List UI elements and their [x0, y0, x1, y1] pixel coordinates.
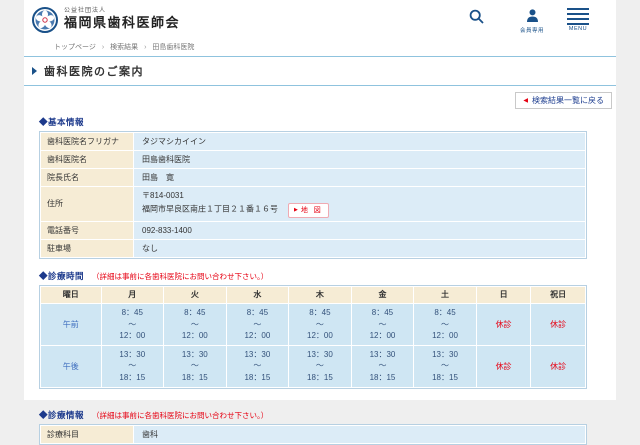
hours-cell: 8：45 ～ 12：00 [164, 303, 226, 345]
phone-label: 電話番号 [41, 221, 133, 239]
association-logo-icon [32, 7, 58, 33]
address-value: 〒814-0031 福岡市早良区南庄１丁目２１番１６号 ▶ 地 図 [134, 187, 585, 221]
breadcrumb-search-results-link[interactable]: 検索結果 [110, 44, 138, 51]
phone-value: 092-833-1400 [134, 221, 585, 239]
site-header: 公益社団法人 福岡県歯科医師会 会員専用 MENU [24, 0, 616, 40]
member-person-icon [526, 9, 538, 22]
day-header: 曜日 [41, 286, 101, 303]
afternoon-label: 午後 [41, 345, 101, 387]
breadcrumb-separator: › [144, 44, 147, 51]
map-button-label: 地 図 [300, 206, 323, 214]
hours-row-morning: 午前 8：45 ～ 12：00 8：45 ～ 12：00 8：45 ～ 12：00 8：45… [41, 303, 585, 345]
hours-cell: 8：45 ～ 12：00 [226, 303, 289, 345]
table-row: 院長氏名 田島 寛 [41, 169, 585, 186]
parking-label: 駐車場 [41, 239, 133, 257]
table-row: 住所 〒814-0031 福岡市早良区南庄１丁目２１番１６号 ▶ 地 図 [41, 187, 585, 221]
closed-cell: 休診 [531, 303, 585, 345]
closed-cell: 休診 [531, 345, 585, 387]
morning-label: 午前 [41, 303, 101, 345]
day-header: 祝日 [531, 286, 585, 303]
breadcrumb-separator: › [101, 44, 105, 51]
address-label: 住所 [41, 187, 133, 221]
parking-value: なし [134, 239, 585, 257]
hours-cell: 13：30 ～ 18：15 [164, 345, 226, 387]
hamburger-menu-icon [567, 7, 589, 25]
closed-cell: 休診 [476, 345, 531, 387]
back-to-results-link[interactable]: ◀ 検索結果一覧に戻る [515, 92, 612, 109]
hours-heading-label: ◆診療時間 [39, 270, 85, 281]
day-header: 土 [414, 286, 476, 303]
clinic-kana-label: 歯科医院名フリガナ [41, 133, 133, 150]
clinic-info-heading-label: ◆診療情報 [39, 409, 85, 420]
search-icon [469, 9, 484, 24]
clinic-info-note: （詳細は事前に各歯科医院にお問い合わせ下さい。） [92, 410, 269, 420]
member-area-label: 会員専用 [519, 28, 544, 34]
hours-cell: 13：30 ～ 18：15 [226, 345, 289, 387]
table-row: 歯科医院名 田島歯科医院 [41, 151, 585, 168]
table-row: 診療科目 歯科 [41, 425, 585, 443]
day-header: 日 [476, 286, 531, 303]
clinic-name-value: 田島歯科医院 [134, 151, 585, 168]
page: 公益社団法人 福岡県歯科医師会 会員専用 MENU トップページ › 検索結果 … [24, 0, 616, 445]
day-header: 月 [101, 286, 164, 303]
back-arrow-icon: ◀ [523, 98, 528, 104]
map-arrow-icon: ▶ [294, 207, 298, 214]
address-street: 福岡市早良区南庄１丁目２１番１６号 [142, 204, 278, 214]
hours-cell: 8：45 ～ 12：00 [351, 303, 414, 345]
site-title-block: 公益社団法人 福岡県歯科医師会 [64, 7, 180, 32]
department-label: 診療科目 [41, 425, 133, 443]
hours-cell: 8：45 ～ 12：00 [414, 303, 476, 345]
day-header: 金 [351, 286, 414, 303]
address-street-line: 福岡市早良区南庄１丁目２１番１６号 ▶ 地 図 [142, 202, 577, 218]
title-arrow-icon [32, 67, 37, 75]
hours-cell: 13：30 ～ 18：15 [289, 345, 351, 387]
hours-note: （詳細は事前に各歯科医院にお問い合わせ下さい。） [92, 271, 269, 281]
hours-cell: 13：30 ～ 18：15 [101, 345, 164, 387]
breadcrumb-home-link[interactable]: トップページ [54, 44, 96, 51]
clinic-info-table: 診療科目 歯科 [39, 423, 587, 445]
hours-cell: 13：30 ～ 18：15 [351, 345, 414, 387]
page-title: 歯科医院のご案内 [44, 66, 144, 78]
day-header: 水 [226, 286, 289, 303]
breadcrumb-current: 田島歯科医院 [152, 44, 195, 51]
closed-cell: 休診 [476, 303, 531, 345]
day-header: 木 [289, 286, 351, 303]
hours-cell: 8：45 ～ 12：00 [289, 303, 351, 345]
clinic-info-heading: ◆診療情報 （詳細は事前に各歯科医院にお問い合わせ下さい。） [39, 409, 616, 421]
clinic-name-label: 歯科医院名 [41, 151, 133, 168]
director-name-value: 田島 寛 [134, 169, 585, 186]
menu-button[interactable]: MENU [556, 7, 600, 32]
breadcrumb: トップページ › 検索結果 › 田島歯科医院 [24, 40, 616, 52]
address-postal: 〒814-0031 [142, 191, 184, 200]
site-title[interactable]: 福岡県歯科医師会 [64, 15, 180, 32]
member-area-button[interactable]: 会員専用 [510, 8, 554, 34]
basic-info-table: 歯科医院名フリガナ タジマシカイイン 歯科医院名 田島歯科医院 院長氏名 田島 … [39, 131, 587, 259]
director-name-label: 院長氏名 [41, 169, 133, 186]
menu-label: MENU [568, 26, 588, 32]
back-link-row: ◀ 検索結果一覧に戻る [24, 86, 616, 110]
clinic-kana-value: タジマシカイイン [134, 133, 585, 150]
back-link-label: 検索結果一覧に戻る [532, 96, 604, 105]
department-value: 歯科 [134, 425, 585, 443]
org-type-label: 公益社団法人 [64, 8, 107, 14]
hours-row-afternoon: 午後 13：30 ～ 18：15 13：30 ～ 18：15 13：30 ～ 18：15 1… [41, 345, 585, 387]
hours-table: 曜日 月 火 水 木 金 土 日 祝日 午前 8：45 ～ 12：00 8：45 ～ 1… [39, 284, 587, 389]
basic-info-heading-label: ◆基本情報 [39, 117, 85, 127]
hours-header-row: 曜日 月 火 水 木 金 土 日 祝日 [41, 286, 585, 303]
map-button[interactable]: ▶ 地 図 [288, 202, 329, 218]
day-header: 火 [164, 286, 226, 303]
hours-cell: 8：45 ～ 12：00 [101, 303, 164, 345]
table-row: 駐車場 なし [41, 239, 585, 257]
page-title-bar: 歯科医院のご案内 [24, 56, 616, 86]
hours-cell: 13：30 ～ 18：15 [414, 345, 476, 387]
search-button[interactable] [454, 8, 498, 24]
table-row: 歯科医院名フリガナ タジマシカイイン [41, 133, 585, 150]
basic-info-heading: ◆基本情報 [39, 116, 616, 128]
table-row: 電話番号 092-833-1400 [41, 221, 585, 239]
hours-heading: ◆診療時間 （詳細は事前に各歯科医院にお問い合わせ下さい。） [39, 270, 616, 282]
